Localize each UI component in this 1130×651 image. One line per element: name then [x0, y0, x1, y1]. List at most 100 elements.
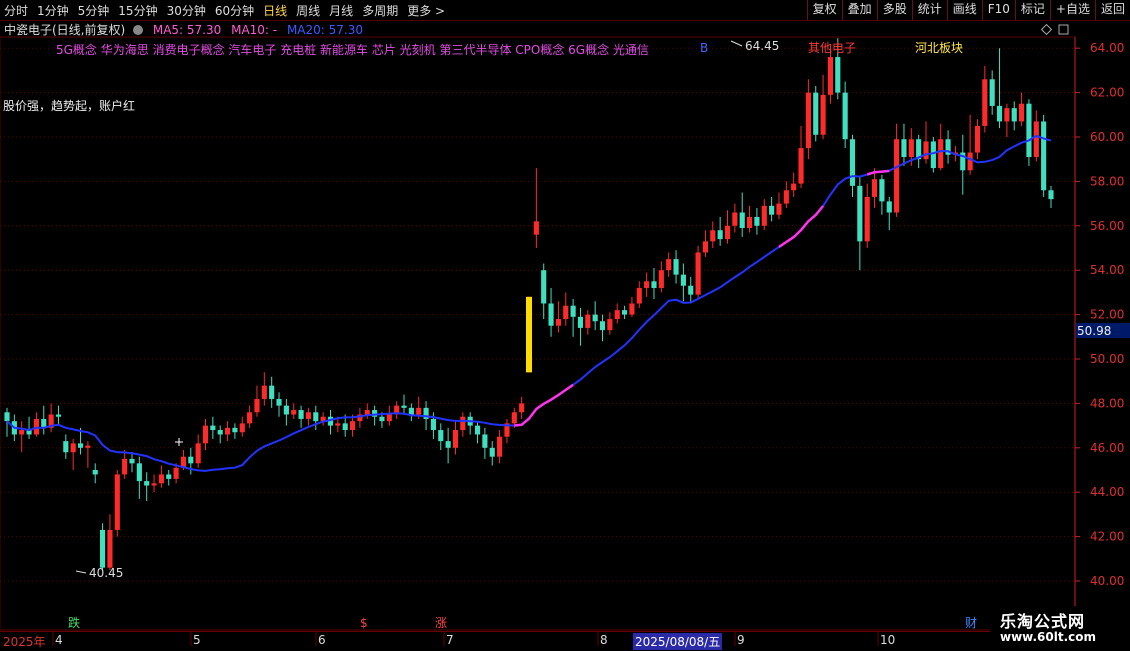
- stock-title[interactable]: 中瓷电子(日线,前复权): [4, 23, 125, 37]
- candle-body[interactable]: [761, 205, 767, 226]
- candle-body[interactable]: [474, 425, 481, 435]
- period-tab-9[interactable]: 多周期: [362, 2, 398, 19]
- action-button-8[interactable]: 返回: [1094, 0, 1130, 20]
- candle-body[interactable]: [335, 423, 341, 426]
- sector-hebei[interactable]: 河北板块: [915, 41, 963, 55]
- candle-body[interactable]: [151, 483, 157, 486]
- period-tab-7[interactable]: 周线: [296, 2, 320, 19]
- candle-body[interactable]: [291, 410, 297, 415]
- candle-body[interactable]: [739, 212, 745, 229]
- candle-body[interactable]: [202, 425, 209, 444]
- candle-body[interactable]: [364, 410, 370, 415]
- candle-body[interactable]: [269, 385, 275, 399]
- candle-body[interactable]: [563, 305, 569, 320]
- candle-body[interactable]: [585, 314, 591, 328]
- candle-body[interactable]: [982, 79, 988, 126]
- candle-body[interactable]: [430, 418, 436, 431]
- candle-body[interactable]: [188, 456, 194, 464]
- sector-other-electronics[interactable]: 其他电子: [808, 41, 856, 55]
- candle-body[interactable]: [254, 398, 260, 413]
- candle-body[interactable]: [717, 230, 723, 240]
- candle-body[interactable]: [835, 57, 841, 93]
- candle-body[interactable]: [224, 427, 231, 435]
- action-button-7[interactable]: +自选: [1049, 0, 1095, 20]
- candle-body[interactable]: [1048, 190, 1054, 200]
- candle-body[interactable]: [1026, 103, 1032, 157]
- candle-body[interactable]: [19, 430, 25, 435]
- candle-body[interactable]: [1019, 103, 1025, 122]
- candle-body[interactable]: [1041, 121, 1047, 191]
- candle-body[interactable]: [886, 201, 892, 213]
- candle-body[interactable]: [460, 416, 466, 431]
- candle-body[interactable]: [136, 463, 142, 482]
- candle-body[interactable]: [239, 423, 245, 433]
- period-tab-10[interactable]: 更多 >: [407, 2, 445, 19]
- square-icon[interactable]: [1058, 24, 1069, 35]
- candle-body[interactable]: [996, 105, 1003, 122]
- candle-body[interactable]: [349, 421, 356, 431]
- candle-body[interactable]: [92, 470, 98, 475]
- candle-body[interactable]: [401, 405, 407, 408]
- candle-body[interactable]: [386, 414, 392, 422]
- candle-body[interactable]: [482, 434, 488, 448]
- candle-body[interactable]: [783, 190, 789, 204]
- candle-body[interactable]: [938, 139, 944, 169]
- candle-body[interactable]: [577, 316, 584, 328]
- period-tab-6[interactable]: 日线: [263, 2, 287, 19]
- candle-body[interactable]: [680, 274, 686, 286]
- diamond-icon[interactable]: [1040, 23, 1053, 36]
- candle-body[interactable]: [754, 216, 760, 226]
- candle-body[interactable]: [452, 430, 459, 448]
- action-button-2[interactable]: 多股: [876, 0, 912, 20]
- candle-body[interactable]: [70, 443, 76, 453]
- candle-body[interactable]: [489, 447, 495, 457]
- candle-body[interactable]: [879, 179, 885, 202]
- candle-body[interactable]: [166, 474, 172, 479]
- candle-body[interactable]: [688, 285, 694, 295]
- candle-body[interactable]: [1004, 108, 1010, 122]
- candle-body[interactable]: [636, 287, 642, 304]
- candle-body[interactable]: [629, 303, 635, 315]
- candle-body[interactable]: [4, 412, 10, 422]
- candle-body[interactable]: [908, 139, 914, 157]
- candle-body[interactable]: [195, 443, 201, 464]
- candle-body[interactable]: [857, 185, 863, 242]
- candle-body[interactable]: [658, 270, 664, 288]
- candle-body[interactable]: [122, 458, 128, 475]
- candle-body[interactable]: [614, 310, 620, 320]
- candle-body[interactable]: [901, 139, 907, 157]
- action-button-1[interactable]: 叠加: [841, 0, 877, 20]
- action-button-5[interactable]: F10: [981, 0, 1015, 20]
- candle-body[interactable]: [776, 203, 782, 215]
- action-button-6[interactable]: 标记: [1014, 0, 1050, 20]
- candle-body[interactable]: [232, 427, 238, 433]
- candle-body[interactable]: [724, 225, 731, 240]
- candle-body[interactable]: [651, 281, 657, 288]
- candle-body[interactable]: [511, 412, 517, 424]
- kline-chart[interactable]: 40.00 42.00 44.00 46.00 48.00 50.00 52.00 54.00…: [0, 0, 1130, 650]
- action-button-4[interactable]: 画线: [946, 0, 982, 20]
- concept-tags[interactable]: 5G概念 华为海思 消费电子概念 汽车电子 充电桩 新能源车 芯片 光刻机 第三…: [56, 41, 649, 58]
- candle-body[interactable]: [77, 443, 84, 448]
- candle-body[interactable]: [864, 196, 870, 242]
- candle-body[interactable]: [746, 216, 753, 229]
- candle-body[interactable]: [107, 529, 113, 568]
- candle-body[interactable]: [607, 319, 613, 331]
- candle-body[interactable]: [710, 230, 716, 242]
- action-button-0[interactable]: 复权: [806, 0, 842, 20]
- candle-body[interactable]: [497, 436, 503, 457]
- candle-body[interactable]: [967, 152, 973, 171]
- candle-body[interactable]: [1033, 121, 1039, 157]
- candle-body[interactable]: [827, 57, 834, 95]
- candle-body[interactable]: [842, 92, 848, 140]
- candle-body[interactable]: [849, 139, 856, 186]
- candle-body[interactable]: [732, 212, 738, 226]
- candle-body[interactable]: [805, 92, 811, 149]
- candle-body[interactable]: [416, 407, 422, 415]
- candle-body[interactable]: [644, 281, 650, 288]
- candle-body[interactable]: [247, 412, 253, 424]
- candle-body[interactable]: [261, 385, 267, 399]
- period-tab-3[interactable]: 15分钟: [118, 2, 157, 19]
- eye-icon[interactable]: [133, 25, 144, 35]
- candle-body[interactable]: [313, 412, 319, 422]
